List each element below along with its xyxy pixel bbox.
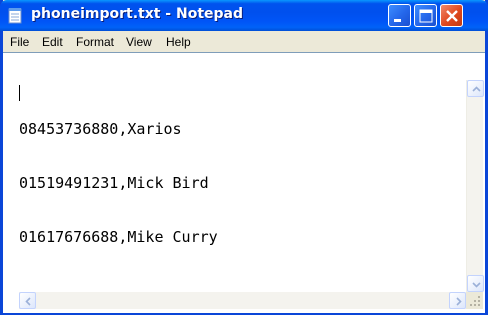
menu-help[interactable]: Help <box>166 35 191 49</box>
menu-edit[interactable]: Edit <box>42 35 63 49</box>
text-caret <box>19 85 20 101</box>
menu-format[interactable]: Format <box>76 35 114 49</box>
minimize-icon <box>394 19 401 22</box>
maximize-button[interactable] <box>414 4 437 27</box>
menu-file[interactable]: File <box>10 35 29 49</box>
maximize-icon <box>419 9 433 23</box>
notepad-icon[interactable] <box>8 7 24 24</box>
resize-grip-icon <box>470 296 480 306</box>
scroll-right-button[interactable] <box>449 292 466 309</box>
chevron-right-icon <box>456 297 462 306</box>
scroll-down-button[interactable] <box>467 275 484 292</box>
text-line: 01617676688,Mike Curry <box>19 228 218 246</box>
menu-bar: File Edit Format View Help <box>3 31 485 53</box>
text-line: 01519491231,Mick Bird <box>19 174 209 192</box>
chevron-down-icon <box>472 282 481 288</box>
close-button[interactable] <box>440 4 463 27</box>
menu-view[interactable]: View <box>126 35 152 49</box>
scroll-up-button[interactable] <box>467 80 484 97</box>
chevron-up-icon <box>472 86 481 92</box>
minimize-button[interactable] <box>388 4 411 27</box>
close-icon <box>446 10 458 22</box>
horizontal-scrollbar[interactable] <box>19 292 466 309</box>
text-line: 08453736880,Xarios <box>19 120 182 138</box>
chevron-left-icon <box>25 297 31 306</box>
title-bar[interactable]: phoneimport.txt - Notepad <box>0 0 488 31</box>
window-title: phoneimport.txt - Notepad <box>31 6 243 22</box>
resize-grip[interactable] <box>466 292 483 309</box>
vertical-scrollbar[interactable] <box>466 80 484 292</box>
document-text[interactable]: 08453736880,Xarios 01519491231,Mick Bird… <box>19 84 459 264</box>
scroll-left-button[interactable] <box>19 292 36 309</box>
